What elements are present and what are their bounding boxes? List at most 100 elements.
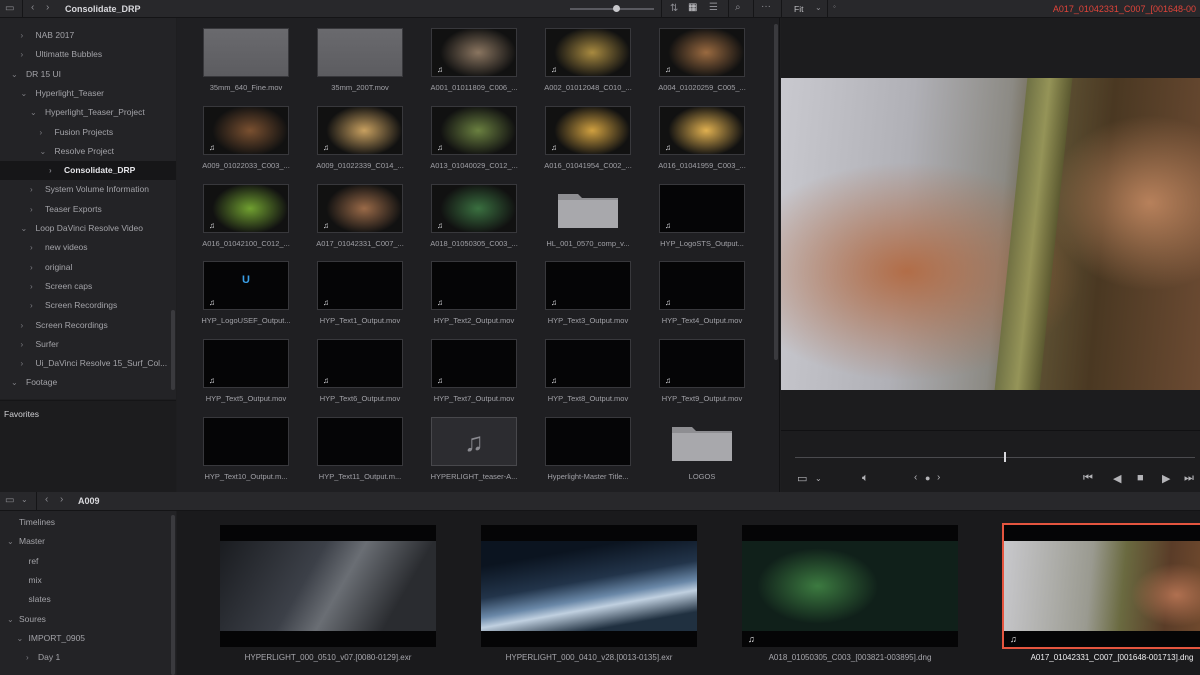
media-clip[interactable]: ♫ HYP_Text1_Output.mov — [314, 251, 426, 329]
panel-toggle-icon[interactable]: ▭ — [5, 496, 14, 506]
clip-thumbnail[interactable]: ♫ — [659, 339, 745, 389]
panel-toggle-icon[interactable]: ▭ — [5, 4, 14, 14]
chevron-down-icon[interactable]: ⌄ — [40, 142, 49, 161]
sort-icon[interactable]: ⇅ — [670, 4, 678, 14]
bottom-tree-scrollbar[interactable] — [171, 515, 175, 675]
tree-item[interactable]: ⌄ Hyperlight_Teaser — [0, 84, 176, 103]
tree-item[interactable]: › Fusion Projects — [0, 123, 176, 142]
chevron-down-icon[interactable]: ⌄ — [11, 373, 20, 392]
media-pool-scrollbar[interactable] — [774, 24, 778, 360]
media-clip[interactable]: ♫ HYP_Text8_Output.mov — [542, 329, 654, 407]
tree-item[interactable]: › original — [0, 258, 176, 277]
thumbnail-zoom-handle[interactable] — [613, 5, 620, 12]
chevron-down-icon[interactable]: ⌄ — [21, 84, 30, 103]
media-clip[interactable]: ♫ HYP_Text5_Output.mov — [200, 329, 312, 407]
media-clip[interactable]: ♫ A001_01011809_C006_... — [428, 18, 540, 96]
clip-thumbnail[interactable]: ♫ — [317, 339, 403, 389]
tree-item[interactable]: › System Volume Information — [0, 180, 176, 199]
bottom-tree-item[interactable]: › Day 1 — [0, 648, 176, 667]
clip-thumbnail[interactable]: ♫ — [431, 105, 517, 155]
tree-item[interactable]: ⌄ Footage — [0, 373, 176, 392]
viewer-scrubber[interactable] — [795, 457, 1195, 458]
clip-thumbnail[interactable]: ♫ — [659, 183, 745, 233]
list-view-icon[interactable]: ☰ — [709, 3, 718, 13]
playhead[interactable] — [1004, 452, 1006, 462]
viewer-options-icon[interactable]: ◦ — [833, 3, 836, 11]
chevron-right-icon[interactable]: › — [30, 277, 39, 296]
clip-thumbnail[interactable]: ♫ — [431, 339, 517, 389]
media-clip[interactable]: HL_001_0570_comp_v... — [542, 174, 654, 252]
media-clip[interactable]: ♫ A013_01040029_C012_... — [428, 96, 540, 174]
search-icon[interactable]: ⌕ — [735, 3, 741, 13]
tree-item[interactable]: ⌄ Resolve Project — [0, 142, 176, 161]
jog-left-icon[interactable]: ‹ — [914, 472, 917, 483]
go-to-start-icon[interactable]: ⏮︎ — [1083, 472, 1093, 485]
viewer-layout-icon[interactable]: ▭ — [797, 472, 807, 485]
media-clip[interactable]: HYP_Text10_Output.m... — [200, 407, 312, 485]
chevron-down-icon[interactable]: ⌄ — [11, 65, 20, 84]
media-clip[interactable]: HYP_Text11_Output.m... — [314, 407, 426, 485]
clip-thumbnail[interactable]: ♫ — [742, 525, 958, 647]
media-clip[interactable]: ♫ HYP_LogoSTS_Output... — [656, 174, 768, 252]
go-to-end-icon[interactable]: ⏭︎ — [1184, 472, 1194, 485]
tree-item[interactable]: › Teaser Exports — [0, 200, 176, 219]
thumbnail-zoom-slider[interactable] — [570, 8, 654, 10]
chevron-right-icon[interactable]: › — [21, 335, 30, 354]
media-clip[interactable]: ♫ A004_01020259_C005_... — [656, 18, 768, 96]
chevron-right-icon[interactable]: › — [49, 161, 58, 180]
tree-item[interactable]: ⌄ Hyperlight_Teaser_Project — [0, 103, 176, 122]
folder-thumbnail[interactable] — [659, 417, 745, 466]
clip-thumbnail[interactable]: ♫ — [203, 105, 289, 155]
media-clip[interactable]: ♫ A002_01012048_C010_... — [542, 18, 654, 96]
tree-item[interactable]: › Ui_DaVinci Resolve 15_Surf_Col... — [0, 354, 176, 373]
back-arrow-icon[interactable]: ‹ — [45, 495, 48, 505]
play-reverse-icon[interactable]: ◀︎ — [1113, 472, 1121, 485]
folder-thumbnail[interactable] — [545, 184, 631, 233]
tree-item[interactable]: ⌄ DR 15 UI — [0, 65, 176, 84]
chevron-right-icon[interactable]: › — [30, 296, 39, 315]
clip-thumbnail[interactable]: ♫ — [545, 105, 631, 155]
clip-thumbnail[interactable]: ♫ — [431, 417, 517, 466]
jog-dot-icon[interactable]: ● — [925, 473, 930, 483]
clip-thumbnail[interactable]: ♫ — [317, 261, 403, 311]
clip-thumbnail[interactable]: ♫ — [659, 105, 745, 155]
media-clip[interactable]: ♫ HYP_Text7_Output.mov — [428, 329, 540, 407]
chevron-down-icon[interactable]: ⌄ — [7, 610, 16, 629]
media-clip[interactable]: ♫ HYP_Text6_Output.mov — [314, 329, 426, 407]
media-clip[interactable]: ♫ A016_01041954_C002_... — [542, 96, 654, 174]
clip-thumbnail[interactable] — [545, 417, 631, 466]
clip-thumbnail[interactable] — [481, 525, 697, 647]
clip-thumbnail[interactable]: ♫ — [1002, 523, 1200, 649]
tree-item[interactable]: › Screen Recordings — [0, 296, 176, 315]
media-clip[interactable]: U ♫ HYP_LogoUSEF_Output... — [200, 251, 312, 329]
clip-thumbnail[interactable] — [203, 28, 289, 77]
tree-item[interactable]: ⌄ Loop DaVinci Resolve Video — [0, 219, 176, 238]
tree-item[interactable]: › Screen Recordings — [0, 316, 176, 335]
media-clip[interactable]: ♫ A017_01042331_C007_... — [314, 174, 426, 252]
bottom-tree-item[interactable]: mix — [0, 571, 176, 590]
media-clip[interactable]: ♫ HYP_Text2_Output.mov — [428, 251, 540, 329]
bin-tree-scrollbar[interactable] — [171, 310, 175, 390]
tree-item[interactable]: › new videos — [0, 238, 176, 257]
play-icon[interactable]: ▶︎ — [1162, 472, 1170, 485]
media-clip[interactable]: ♫ HYP_Text3_Output.mov — [542, 251, 654, 329]
more-options-icon[interactable]: ··· — [761, 2, 771, 12]
media-clip[interactable]: ♫ HYPERLIGHT_teaser-A... — [428, 407, 540, 485]
media-clip[interactable]: Hyperlight-Master Title... — [542, 407, 654, 485]
clip-thumbnail[interactable] — [317, 28, 403, 77]
zoom-fit-dropdown[interactable]: Fit — [794, 4, 803, 14]
tree-item[interactable]: › Ultimatte Bubbles — [0, 45, 176, 64]
chevron-right-icon[interactable]: › — [30, 238, 39, 257]
stop-icon[interactable]: ■ — [1137, 472, 1144, 484]
media-clip[interactable]: ♫ A009_01022339_C014_... — [314, 96, 426, 174]
chevron-right-icon[interactable]: › — [21, 45, 30, 64]
clip-thumbnail[interactable]: ♫ — [431, 183, 517, 233]
media-clip[interactable]: LOGOS — [656, 407, 768, 485]
bottom-tree-item[interactable]: ref — [0, 552, 176, 571]
chevron-right-icon[interactable]: › — [21, 354, 30, 373]
clip-thumbnail[interactable]: ♫ — [431, 261, 517, 311]
thumbnail-view-icon[interactable]: ▦ — [688, 3, 697, 13]
clip-thumbnail[interactable]: ♫ — [431, 28, 517, 77]
clip-thumbnail[interactable]: ♫ — [659, 261, 745, 311]
clip-thumbnail[interactable]: ♫ — [545, 339, 631, 389]
